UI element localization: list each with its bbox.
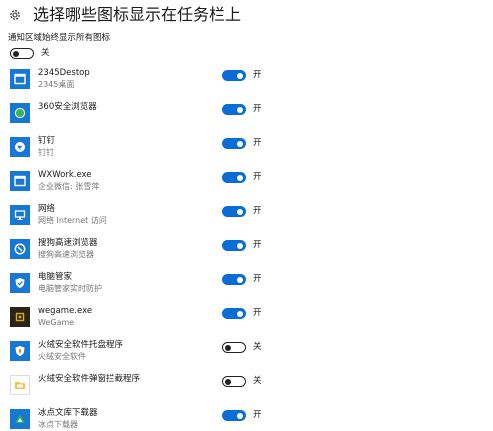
app-description: 冰点下载器	[38, 420, 78, 429]
app-2345-icon	[10, 69, 30, 89]
app-name: 火绒安全软件托盘程序	[38, 340, 124, 350]
toggle-knob	[237, 276, 243, 283]
app-name: 冰点文库下载器	[38, 408, 98, 418]
toggle-state-label: 开	[253, 172, 262, 182]
app-name: 搜狗高速浏览器	[38, 238, 98, 248]
app-name: 钉钉	[38, 136, 56, 146]
app-visibility-switch[interactable]: 开	[222, 70, 262, 81]
taskbar-icons-settings-page: 选择哪些图标显示在任务栏上 通知区域始终显示所有图标 关 2345Destop 2…	[0, 0, 493, 431]
always-show-all-icons-switch[interactable]: 关	[10, 48, 50, 59]
app-row: 火绒安全软件弹窗拦截程序 关	[0, 374, 493, 400]
app-row: 360安全浏览器 开	[0, 102, 493, 128]
app-description: 火绒安全软件	[38, 352, 86, 361]
header: 选择哪些图标显示在任务栏上	[8, 2, 241, 28]
app-visibility-switch[interactable]: 开	[222, 274, 262, 285]
toggle-knob	[237, 106, 243, 113]
app-name: WXWork.exe	[38, 170, 92, 180]
app-visibility-switch[interactable]: 关	[222, 342, 262, 353]
app-description: 网络 Internet 访问	[38, 216, 107, 225]
toggle-state-label: 关	[41, 48, 50, 58]
app-name: 360安全浏览器	[38, 102, 97, 112]
app-huorong-popup-icon	[10, 375, 30, 395]
toggle-knob	[225, 344, 231, 351]
toggle-state-label: 开	[253, 274, 262, 284]
app-description: 2345桌面	[38, 80, 75, 89]
notification-area-label: 通知区域始终显示所有图标	[8, 33, 111, 43]
app-visibility-toggle[interactable]	[222, 104, 246, 115]
app-visibility-switch[interactable]: 开	[222, 172, 262, 183]
app-name: wegame.exe	[38, 306, 93, 316]
app-360-browser-icon	[10, 103, 30, 123]
app-visibility-toggle[interactable]	[222, 376, 246, 387]
app-row: 网络网络 Internet 访问 开	[0, 204, 493, 230]
toggle-state-label: 开	[253, 410, 262, 420]
app-dingtalk-icon	[10, 137, 30, 157]
app-name: 电脑管家	[38, 272, 73, 282]
page-title: 选择哪些图标显示在任务栏上	[33, 5, 242, 24]
toggle-knob	[225, 378, 231, 385]
toggle-knob	[237, 174, 243, 181]
toggle-state-label: 开	[253, 240, 262, 250]
app-visibility-switch[interactable]: 开	[222, 138, 262, 149]
toggle-state-label: 开	[253, 70, 262, 80]
app-name: 网络	[38, 204, 56, 214]
toggle-knob	[13, 50, 19, 57]
toggle-state-label: 开	[253, 104, 262, 114]
toggle-knob	[237, 208, 243, 215]
app-description: 企业微信: 张雪萍	[38, 182, 100, 191]
network-icon	[10, 205, 30, 225]
always-show-all-icons-toggle[interactable]	[10, 48, 34, 59]
app-visibility-toggle[interactable]	[222, 138, 246, 149]
app-visibility-toggle[interactable]	[222, 240, 246, 251]
app-visibility-switch[interactable]: 关	[222, 376, 262, 387]
toggle-state-label: 关	[253, 376, 262, 386]
app-description: 钉钉	[38, 148, 54, 157]
app-row: 冰点文库下载器 冰点下载器 开	[0, 408, 493, 431]
app-visibility-toggle[interactable]	[222, 274, 246, 285]
app-row: 火绒安全软件托盘程序 火绒安全软件 关	[0, 340, 493, 366]
app-pc-manager-icon	[10, 273, 30, 293]
toggle-knob	[237, 72, 243, 79]
toggle-knob	[237, 242, 243, 249]
app-row: 钉钉 钉钉开	[0, 136, 493, 162]
app-visibility-toggle[interactable]	[222, 70, 246, 81]
toggle-knob	[237, 412, 243, 419]
app-visibility-switch[interactable]: 开	[222, 206, 262, 217]
app-visibility-toggle[interactable]	[222, 410, 246, 421]
app-row: 2345Destop 2345桌面 开	[0, 68, 493, 94]
toggle-knob	[237, 310, 243, 317]
app-name: 2345Destop	[38, 68, 90, 78]
app-description: 搜狗高速浏览器	[38, 250, 94, 259]
toggle-state-label: 关	[253, 342, 262, 352]
app-visibility-switch[interactable]: 开	[222, 104, 262, 115]
gear-icon	[8, 8, 22, 22]
app-visibility-toggle[interactable]	[222, 342, 246, 353]
app-huorong-tray-icon	[10, 341, 30, 361]
toggle-state-label: 开	[253, 308, 262, 318]
app-sogou-browser-icon	[10, 239, 30, 259]
app-visibility-toggle[interactable]	[222, 308, 246, 319]
app-description: 电脑管家实时防护	[38, 284, 102, 293]
app-row: 搜狗高速浏览器 搜狗高速浏览器 开	[0, 238, 493, 264]
toggle-state-label: 开	[253, 138, 262, 148]
app-visibility-toggle[interactable]	[222, 172, 246, 183]
app-name: 火绒安全软件弹窗拦截程序	[38, 374, 141, 384]
app-wxwork-icon	[10, 171, 30, 191]
app-row: 电脑管家电脑管家实时防护 开	[0, 272, 493, 298]
app-visibility-toggle[interactable]	[222, 206, 246, 217]
toggle-knob	[237, 140, 243, 147]
app-visibility-switch[interactable]: 开	[222, 308, 262, 319]
app-wegame-icon	[10, 307, 30, 327]
toggle-state-label: 开	[253, 206, 262, 216]
app-row: WXWork.exe 企业微信: 张雪萍 开	[0, 170, 493, 196]
app-row: wegame.exe WeGame 开	[0, 306, 493, 332]
app-visibility-switch[interactable]: 开	[222, 410, 262, 421]
app-visibility-switch[interactable]: 开	[222, 240, 262, 251]
app-description: WeGame	[38, 318, 75, 327]
app-bingdian-icon	[10, 409, 30, 429]
